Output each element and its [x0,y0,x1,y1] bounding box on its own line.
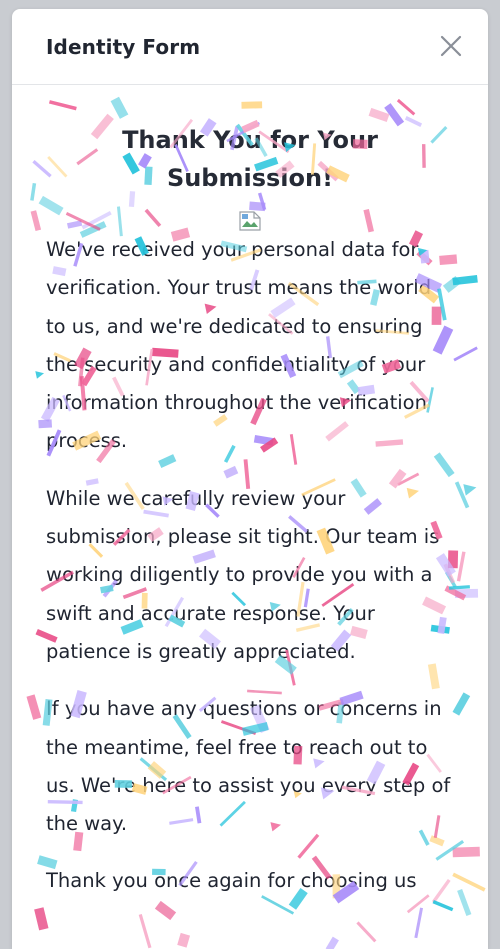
confirmation-content: Thank You for Your Submission! We've rec… [12,121,488,901]
confetti-piece [110,96,129,119]
confirmation-heading: Thank You for Your Submission! [122,126,378,192]
confetti-piece [48,100,77,111]
modal-title: Identity Form [46,34,201,59]
paragraph-review: While we carefully review your submissio… [46,486,440,663]
identity-form-modal: Identity Form Thank You for Your Submiss… [12,9,488,949]
confetti-piece [325,936,339,949]
confetti-piece [432,900,454,912]
confetti-piece [154,900,177,921]
paragraph-questions: If you have any questions or concerns in… [46,697,451,836]
confetti-piece [368,107,390,123]
broken-image-icon [239,211,261,231]
confetti-piece [396,98,416,116]
confetti-piece [356,921,377,943]
confetti-piece [177,932,191,948]
modal-header: Identity Form [12,9,488,85]
close-icon [440,35,462,57]
paragraph-thanks: Thank you once again for choosing us [46,869,417,893]
confetti-piece [414,907,424,939]
confetti-piece [138,914,152,949]
confetti-piece [34,907,49,931]
confetti-piece [241,101,263,109]
modal-body[interactable]: Thank You for Your Submission! We've rec… [12,85,488,949]
paragraph-verification: We've received your personal data for ve… [46,238,432,453]
close-button[interactable] [440,35,462,57]
